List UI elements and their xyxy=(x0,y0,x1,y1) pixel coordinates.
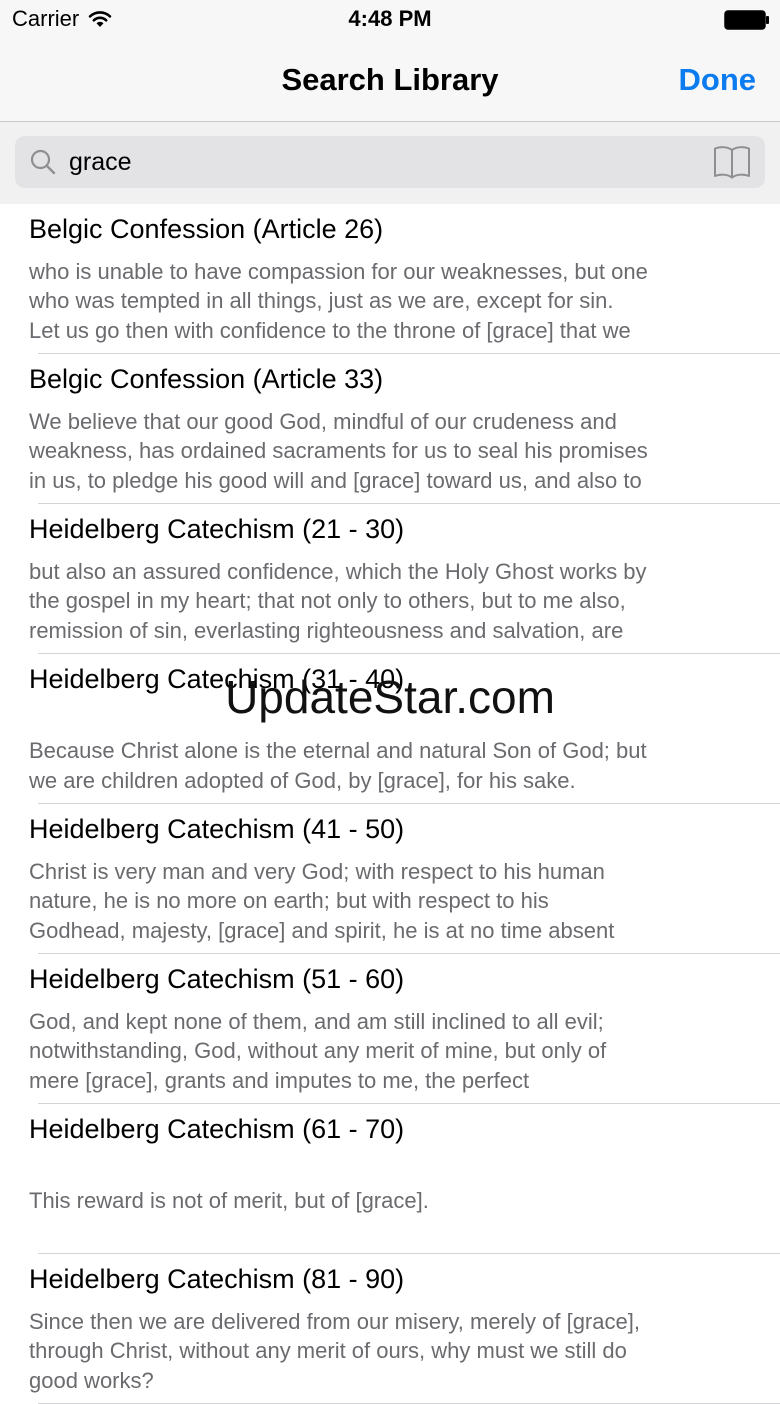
search-result-row[interactable]: Heidelberg Catechism (51 - 60) God, and … xyxy=(0,954,780,1104)
result-snippet: Christ is very man and very God; with re… xyxy=(29,859,615,943)
search-results-list: Belgic Confession (Article 26) who is un… xyxy=(0,204,780,1404)
status-bar: Carrier 4:48 PM xyxy=(0,0,780,40)
result-snippet: who is unable to have compassion for our… xyxy=(29,259,648,343)
result-title: Heidelberg Catechism (41 - 50) xyxy=(29,814,405,844)
search-field[interactable] xyxy=(15,136,765,188)
done-button[interactable]: Done xyxy=(679,62,757,98)
result-snippet: Because Christ alone is the eternal and … xyxy=(29,738,647,793)
result-snippet: This reward is not of merit, but of [gra… xyxy=(29,1188,429,1214)
result-title: Belgic Confession (Article 26) xyxy=(29,214,384,244)
search-result-row[interactable]: Heidelberg Catechism (81 - 90) Since the… xyxy=(0,1254,780,1404)
result-snippet: Since then we are delivered from our mis… xyxy=(29,1309,640,1393)
result-snippet: but also an assured confidence, which th… xyxy=(29,559,647,643)
result-snippet: God, and kept none of them, and am still… xyxy=(29,1009,607,1093)
result-title: Heidelberg Catechism (51 - 60) xyxy=(29,964,405,994)
result-title: Heidelberg Catechism (31 - 40) xyxy=(29,664,405,694)
book-icon[interactable] xyxy=(713,144,751,180)
page-title: Search Library xyxy=(281,62,499,97)
result-title: Heidelberg Catechism (61 - 70) xyxy=(29,1114,405,1144)
result-title: Heidelberg Catechism (81 - 90) xyxy=(29,1264,405,1294)
search-result-row[interactable]: Heidelberg Catechism (21 - 30) but also … xyxy=(0,504,780,654)
result-snippet: We believe that our good God, mindful of… xyxy=(29,409,648,493)
result-title: Belgic Confession (Article 33) xyxy=(29,364,384,394)
search-result-row[interactable]: Heidelberg Catechism (41 - 50) Christ is… xyxy=(0,804,780,954)
battery-icon xyxy=(724,10,769,30)
search-result-row[interactable]: Heidelberg Catechism (61 - 70) This rewa… xyxy=(0,1104,780,1254)
search-result-row[interactable]: Belgic Confession (Article 33) We believ… xyxy=(0,354,780,504)
status-time: 4:48 PM xyxy=(348,6,432,31)
navigation-bar: Search Library Done xyxy=(0,40,780,122)
result-title: Heidelberg Catechism (21 - 30) xyxy=(29,514,405,544)
search-result-row[interactable]: Heidelberg Catechism (31 - 40) Because C… xyxy=(0,654,780,804)
search-result-row[interactable]: Belgic Confession (Article 26) who is un… xyxy=(0,204,780,354)
search-bar xyxy=(0,122,780,204)
search-input[interactable] xyxy=(69,140,713,184)
search-icon xyxy=(30,149,56,175)
